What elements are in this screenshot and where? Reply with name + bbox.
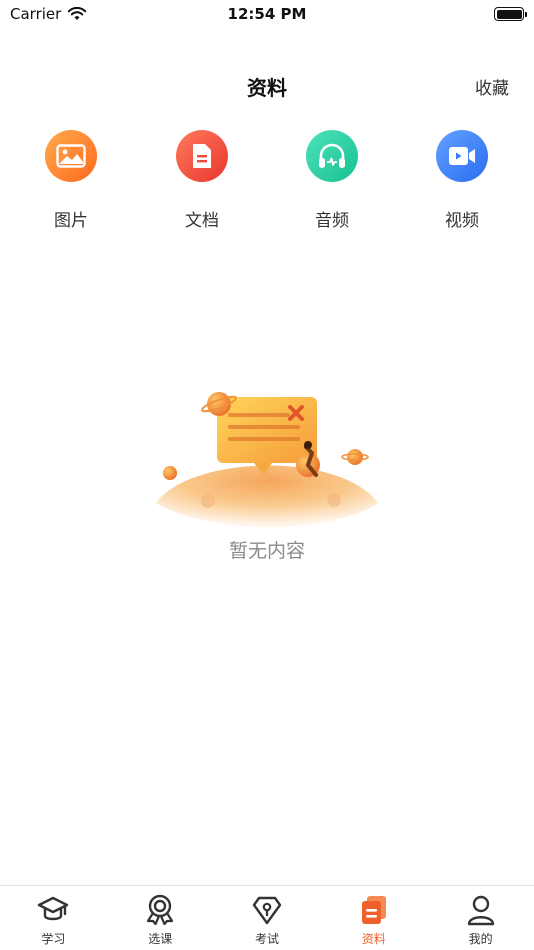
document-icon: [176, 130, 228, 182]
tab-label: 我的: [468, 932, 493, 946]
empty-state-illustration: [156, 392, 378, 527]
category-audio[interactable]: 音频: [282, 130, 382, 231]
category-label: 图片: [54, 211, 88, 231]
category-label: 音频: [315, 211, 349, 231]
navigation-bar: 资料 收藏: [0, 62, 534, 108]
pen-nib-icon: [252, 896, 282, 925]
tab-label: 学习: [41, 932, 66, 946]
empty-state-text: 暂无内容: [228, 540, 305, 562]
graduation-cap-icon: [38, 896, 69, 921]
category-row: 图片 文档 音频 视频: [0, 130, 534, 240]
image-icon: [45, 130, 97, 182]
award-ribbon-icon: [147, 894, 174, 926]
category-documents[interactable]: 文档: [152, 130, 252, 231]
tab-study[interactable]: 学习: [0, 886, 107, 950]
tab-exam[interactable]: 考试: [214, 886, 321, 950]
tab-label: 资料: [361, 932, 386, 946]
status-time: 12:54 PM: [227, 5, 307, 23]
category-label: 视频: [445, 211, 479, 231]
files-icon: [361, 896, 386, 924]
favorites-button[interactable]: 收藏: [475, 74, 509, 99]
tab-materials[interactable]: 资料: [320, 886, 427, 950]
status-bar: Carrier 12:54 PM: [0, 0, 534, 30]
category-video[interactable]: 视频: [412, 130, 512, 231]
tab-profile[interactable]: 我的: [427, 886, 534, 950]
person-icon: [467, 895, 494, 926]
video-icon: [436, 130, 488, 182]
category-label: 文档: [185, 211, 219, 231]
page-title: 资料: [247, 76, 287, 100]
tab-label: 考试: [254, 932, 279, 946]
category-images[interactable]: 图片: [21, 130, 121, 231]
tab-courses[interactable]: 选课: [107, 886, 214, 950]
headphones-icon: [306, 130, 358, 182]
tab-bar: 学习 选课 考试 资料 我的: [0, 885, 534, 950]
tab-label: 选课: [148, 932, 173, 946]
battery-icon: [494, 7, 527, 21]
